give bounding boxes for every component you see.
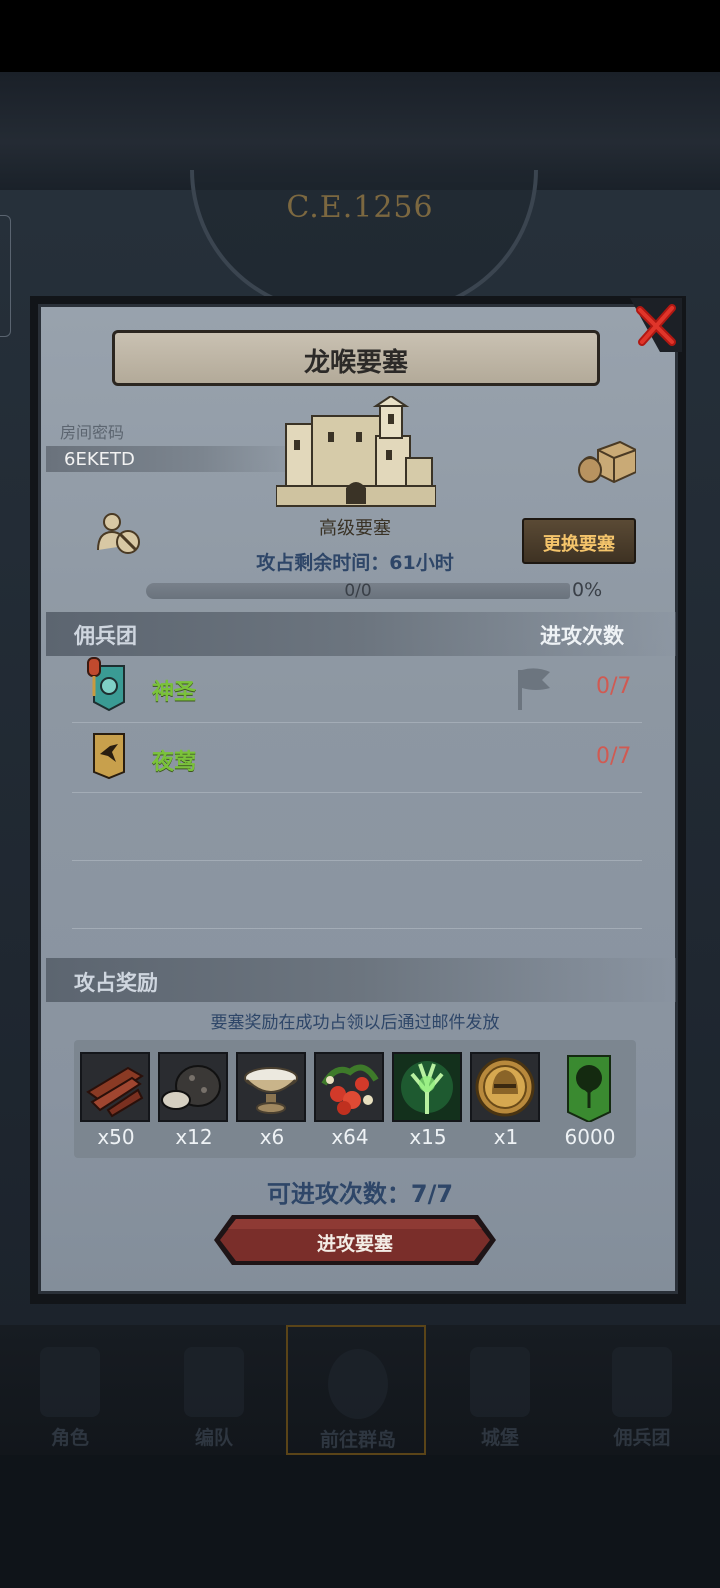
row-divider (72, 792, 642, 793)
nav-label: 佣兵团 (613, 1427, 671, 1449)
bottom-bezel (0, 1455, 720, 1588)
nav-label: 角色 (50, 1427, 89, 1449)
reward-item-guild-banner[interactable] (556, 1052, 628, 1126)
bottom-navigation: 角色 编队 前往群岛 城堡 佣兵团 (0, 1325, 720, 1455)
nav-item-character[interactable]: 角色 (0, 1325, 140, 1455)
room-code-value[interactable]: 6EKETD (64, 449, 135, 470)
nav-label: 编队 (194, 1427, 233, 1449)
wood-planks-icon (86, 1066, 144, 1118)
nav-label: 前往群岛 (319, 1429, 396, 1451)
reward-qty: 6000 (564, 1125, 616, 1149)
era-year-label: C.E.1256 (286, 190, 434, 225)
guild-name[interactable]: 神圣 (152, 674, 196, 706)
row-divider (72, 928, 642, 929)
mercenary-icon (612, 1347, 672, 1417)
berries-icon (321, 1064, 379, 1115)
room-code-label: 房间密码 (60, 423, 125, 442)
helmet-icon (184, 1347, 244, 1417)
fortress-type: 高级要塞 (319, 518, 391, 539)
silver-bowl-icon (244, 1067, 298, 1114)
reward-header: 攻占奖励 (74, 971, 158, 995)
close-button[interactable] (630, 298, 682, 352)
change-fortress-label[interactable]: 更换要塞 (522, 530, 636, 556)
ore-rock-icon (161, 1065, 221, 1110)
nav-item-castle[interactable]: 城堡 (430, 1325, 570, 1455)
guild-attack-count: 0/7 (596, 674, 632, 699)
reward-item-ore[interactable] (158, 1052, 230, 1122)
supply-crate-icon[interactable] (578, 436, 636, 484)
capture-progress-percent: 0% (572, 579, 603, 601)
holy-banner-icon (87, 657, 125, 712)
modal-title: 龙喉要塞 (303, 348, 408, 378)
side-handle[interactable] (0, 215, 11, 337)
hide-members-icon[interactable] (96, 512, 142, 556)
nightingale-banner-icon (93, 733, 125, 780)
guild-banner-icon (567, 1055, 611, 1124)
reward-qty: x6 (259, 1125, 285, 1149)
flag-icon (518, 668, 550, 710)
reward-item-spirit[interactable] (392, 1052, 464, 1122)
reward-qty: x15 (409, 1125, 447, 1149)
globe-icon (328, 1349, 388, 1419)
reward-qty: x64 (331, 1125, 369, 1149)
castle-icon (470, 1347, 530, 1417)
knight-icon (40, 1347, 100, 1417)
attack-fortress-label[interactable]: 进攻要塞 (212, 1229, 498, 1256)
reward-item-medal[interactable] (470, 1052, 542, 1122)
green-tree-spirit-icon (401, 1061, 453, 1114)
nav-item-formation[interactable]: 编队 (144, 1325, 284, 1455)
row-divider (72, 860, 642, 861)
nav-item-islands[interactable]: 前往群岛 (286, 1325, 426, 1455)
reward-qty: x1 (493, 1125, 519, 1149)
remaining-time: 攻占剩余时间：61小时 (256, 552, 454, 574)
reward-qty: x12 (175, 1125, 213, 1149)
capture-progress-text: 0/0 (344, 581, 372, 601)
guild-name[interactable]: 夜莺 (152, 744, 196, 776)
fortress-icon (276, 396, 436, 507)
guild-attack-count: 0/7 (596, 744, 632, 769)
reward-qty: x50 (97, 1125, 135, 1149)
reward-note: 要塞奖励在成功占领以后通过邮件发放 (210, 1013, 500, 1033)
remaining-attempts: 可进攻次数：7/7 (266, 1180, 454, 1208)
attack-count-header: 进攻次数 (540, 624, 624, 648)
reward-item-berries[interactable] (314, 1052, 386, 1122)
reward-item-bowl[interactable] (236, 1052, 308, 1122)
reward-item-wood[interactable] (80, 1052, 152, 1122)
nav-label: 城堡 (480, 1427, 519, 1449)
nav-item-mercenary[interactable]: 佣兵团 (572, 1325, 712, 1455)
row-divider (72, 722, 642, 723)
gold-helmet-medal-icon (475, 1057, 535, 1117)
status-bar-area (0, 0, 720, 72)
mercenary-header: 佣兵团 (74, 624, 137, 648)
